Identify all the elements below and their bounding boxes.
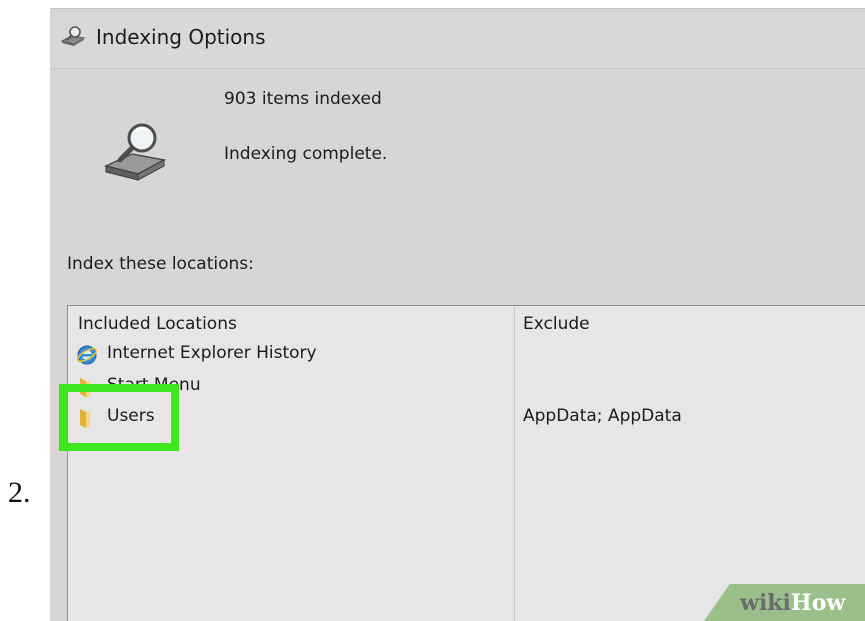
items-indexed-count: 903 items indexed	[224, 89, 382, 109]
users-highlight-box	[59, 384, 179, 451]
internet-explorer-icon	[76, 345, 98, 365]
title-separator	[50, 68, 865, 69]
watermark-wiki: wiki	[740, 590, 791, 616]
indexing-status-icon	[103, 123, 167, 181]
column-header-included-locations[interactable]: Included Locations	[78, 314, 237, 334]
step-number: 2.	[8, 476, 31, 509]
locations-list[interactable]: Included Locations Exclude Internet Expl…	[67, 305, 865, 621]
users-exclude-value: AppData; AppData	[523, 406, 682, 426]
title-bar: Indexing Options	[50, 8, 865, 68]
indexing-status-message: Indexing complete.	[224, 144, 388, 164]
indexing-magnifier-icon	[60, 26, 86, 46]
column-divider	[514, 306, 515, 621]
watermark-how: How	[790, 590, 846, 616]
column-header-exclude[interactable]: Exclude	[523, 314, 590, 334]
index-locations-label: Index these locations:	[67, 254, 254, 274]
location-row-internet-explorer-history[interactable]: Internet Explorer History	[76, 342, 376, 370]
indexing-options-window: Indexing Options 903 items indexed Index…	[50, 8, 865, 621]
wikihow-watermark: wikiHow	[740, 590, 845, 616]
location-name: Internet Explorer History	[107, 343, 317, 363]
window-title: Indexing Options	[96, 25, 266, 49]
